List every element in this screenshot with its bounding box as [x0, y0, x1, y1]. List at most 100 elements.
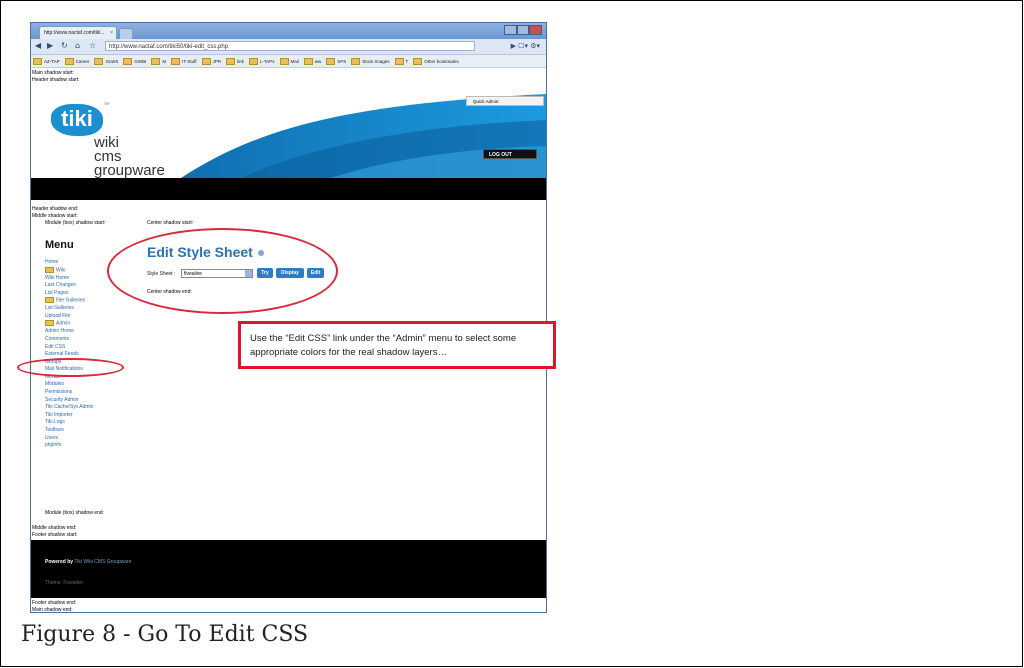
bookmark-item[interactable]: T: [394, 57, 409, 65]
bookmark-label: GLWS: [105, 58, 119, 64]
bookmark-label: Mail: [290, 58, 299, 64]
back-arrow-icon[interactable]: ◀: [35, 41, 41, 51]
trademark-mark: TM: [104, 102, 110, 106]
reload-icon[interactable]: ↻: [61, 41, 68, 51]
site-footer: Powered by Tiki Wiki CMS Groupware Theme…: [31, 540, 546, 598]
bookmark-item[interactable]: ww: [303, 57, 321, 65]
main-shadow-start: Main shadow start:: [32, 70, 74, 76]
bookmark-item[interactable]: JPR: [201, 57, 221, 65]
menu-item-edit-css[interactable]: Edit CSS: [45, 344, 93, 352]
logo-tagline: wiki cms groupware: [94, 135, 165, 179]
menu-item-tiki-cache-sys-admin[interactable]: Tiki Cache/Sys Admin: [45, 404, 93, 412]
menu-item-tiki-logs[interactable]: Tiki Logs: [45, 419, 93, 427]
address-bar[interactable]: http://www.nactaf.com/tiki50/tiki-edit_c…: [105, 41, 475, 51]
menu-item-list-galleries[interactable]: List Galleries: [45, 305, 93, 313]
menu-item-modules[interactable]: Modules: [45, 381, 93, 389]
figure-caption: Figure 8 - Go To Edit CSS: [21, 622, 309, 647]
folder-icon: [248, 57, 258, 65]
folder-icon: [94, 57, 104, 65]
close-window-button[interactable]: [529, 25, 543, 35]
star-icon[interactable]: ☆: [89, 41, 96, 51]
bookmark-item[interactable]: Other bookmarks: [413, 57, 459, 65]
bookmark-item[interactable]: M: [151, 57, 166, 65]
folder-icon: [279, 57, 289, 65]
menu-title: Menu: [45, 239, 74, 251]
menu-item-file-galleries[interactable]: File Galleries: [45, 297, 93, 305]
tab-close-icon[interactable]: ×: [110, 27, 113, 39]
menu-item-phpinfo[interactable]: phpinfo: [45, 442, 93, 450]
middle-shadow-start: Middle shadow start:: [32, 213, 78, 219]
browser-titlebar: http://www.nactaf.com/tiki... ×: [31, 23, 546, 40]
folder-icon: [303, 57, 313, 65]
menu-item-toolbars[interactable]: Toolbars: [45, 427, 93, 435]
bookmark-item[interactable]: Career: [64, 57, 90, 65]
folder-icon: [413, 57, 423, 65]
menu-item-admin-home[interactable]: Admin Home: [45, 328, 93, 336]
bookmark-item[interactable]: AZ-TAP: [33, 57, 60, 65]
logout-button[interactable]: LOG OUT: [483, 149, 537, 159]
tagline-groupware: groupware: [94, 162, 165, 179]
menu-item-tiki-importer[interactable]: Tiki Importer: [45, 412, 93, 420]
bookmark-label: IT-Stuff: [182, 58, 197, 64]
home-icon[interactable]: ⌂: [75, 41, 80, 51]
center-shadow-start: Center shadow start:: [147, 220, 194, 226]
header-black-bar: [31, 178, 546, 200]
footer-shadow-start: Footer shadow start:: [32, 532, 78, 538]
browser-toolbar: ◀ ▶ ↻ ⌂ ☆ http://www.nactaf.com/tiki50/t…: [31, 39, 546, 55]
bookmark-label: T: [405, 58, 409, 64]
folder-icon: [123, 57, 133, 65]
menu-item-home[interactable]: Home: [45, 259, 93, 267]
folder-icon: [394, 57, 404, 65]
minimize-button[interactable]: [504, 25, 517, 35]
module-shadow-start: Module (box) shadow start:: [45, 220, 106, 226]
page-wrench-icons[interactable]: ▶ ☐▾ ⚙▾: [511, 41, 540, 51]
bookmark-label: Other bookmarks: [424, 58, 459, 64]
bookmark-item[interactable]: link: [226, 57, 244, 65]
tab-title: http://www.nactaf.com/tiki...: [44, 30, 105, 36]
powered-by-link[interactable]: Tiki Wiki CMS Groupware: [74, 559, 131, 565]
menu-item-security-admin[interactable]: Security Admin: [45, 397, 93, 405]
module-shadow-end: Module (box) shadow end:: [45, 510, 104, 516]
theme-label: Theme: Fivealive: [45, 580, 84, 586]
bookmark-item[interactable]: Stock Images: [351, 57, 390, 65]
tiki-logo[interactable]: tiki: [51, 104, 103, 136]
browser-tab[interactable]: http://www.nactaf.com/tiki... ×: [39, 26, 117, 39]
folder-icon: [201, 57, 211, 65]
bookmark-label: Career: [75, 58, 90, 64]
edit-style-sheet-highlight-ellipse: [107, 228, 338, 314]
bookmark-label: link: [237, 58, 244, 64]
folder-icon: [351, 57, 361, 65]
bookmark-item[interactable]: IT-Stuff: [171, 57, 197, 65]
bookmarks-bar: AZ-TAP Career GLWS GWBI M IT-Stuff JPR link L-TA…: [31, 55, 546, 68]
forward-arrow-icon[interactable]: ▶: [47, 41, 53, 51]
folder-icon: [226, 57, 236, 65]
bookmark-item[interactable]: SPS: [326, 57, 347, 65]
folder-icon: [64, 57, 74, 65]
powered-by-label: Powered by: [45, 559, 74, 565]
quick-admin-box[interactable]: Quick Admin:: [466, 96, 544, 106]
bookmark-label: SPS: [337, 58, 347, 64]
bookmark-item[interactable]: GLWS: [94, 57, 119, 65]
bookmark-item[interactable]: L-TAPs: [248, 57, 275, 65]
header-shadow-start: Header shadow start:: [32, 77, 80, 83]
bookmark-label: GWBI: [134, 58, 147, 64]
folder-icon: [151, 57, 161, 65]
bookmark-item[interactable]: Mail: [279, 57, 299, 65]
folder-icon: [326, 57, 336, 65]
instruction-callout: Use the “Edit CSS” link under the “Admin…: [238, 321, 556, 369]
menu-item-upload-file[interactable]: Upload File: [45, 313, 93, 321]
header-shadow-end: Header shadow end:: [32, 206, 79, 212]
menu-item-wiki-home[interactable]: Wiki Home: [45, 275, 93, 283]
folder-icon: [33, 57, 42, 65]
menu-item-users[interactable]: Users: [45, 435, 93, 443]
maximize-button[interactable]: [516, 25, 530, 35]
menu-item-list-pages[interactable]: List Pages: [45, 290, 93, 298]
bookmark-item[interactable]: GWBI: [123, 57, 147, 65]
main-shadow-end: Main shadow end:: [32, 607, 73, 613]
menu-item-admin[interactable]: Admin: [45, 320, 93, 328]
menu-item-permissions[interactable]: Permissions: [45, 389, 93, 397]
menu-item-comments[interactable]: Comments: [45, 336, 93, 344]
menu-item-last-changes[interactable]: Last Changes: [45, 282, 93, 290]
middle-shadow-end: Middle shadow end:: [32, 525, 77, 531]
menu-item-wiki[interactable]: Wiki: [45, 267, 93, 275]
